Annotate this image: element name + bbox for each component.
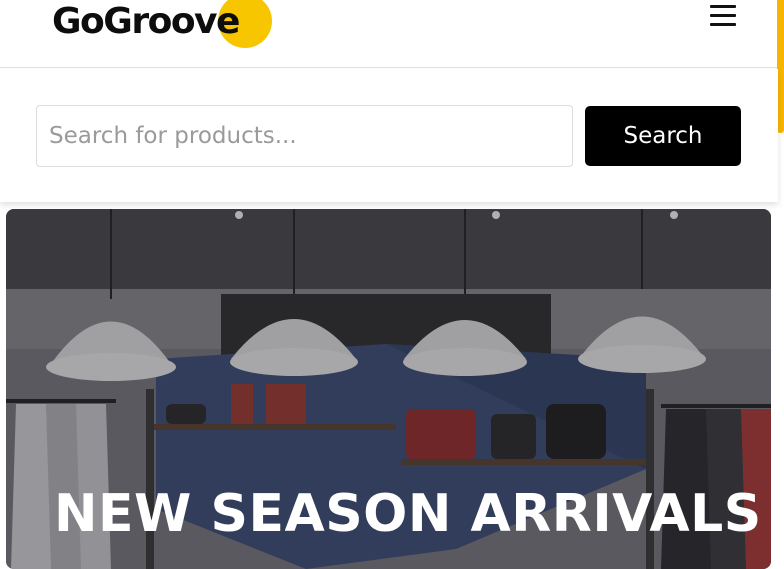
- search-bar-section: Search: [0, 69, 778, 202]
- site-header: GoGroove: [0, 0, 784, 68]
- hamburger-menu-icon[interactable]: [706, 3, 740, 29]
- hero-banner[interactable]: NEW SEASON ARRIVALS: [6, 209, 771, 569]
- logo[interactable]: GoGroove: [52, 0, 240, 56]
- scroll-indicator: [777, 0, 784, 133]
- search-input[interactable]: [36, 105, 573, 167]
- hero-title: NEW SEASON ARRIVALS: [54, 484, 762, 544]
- search-button[interactable]: Search: [585, 106, 741, 166]
